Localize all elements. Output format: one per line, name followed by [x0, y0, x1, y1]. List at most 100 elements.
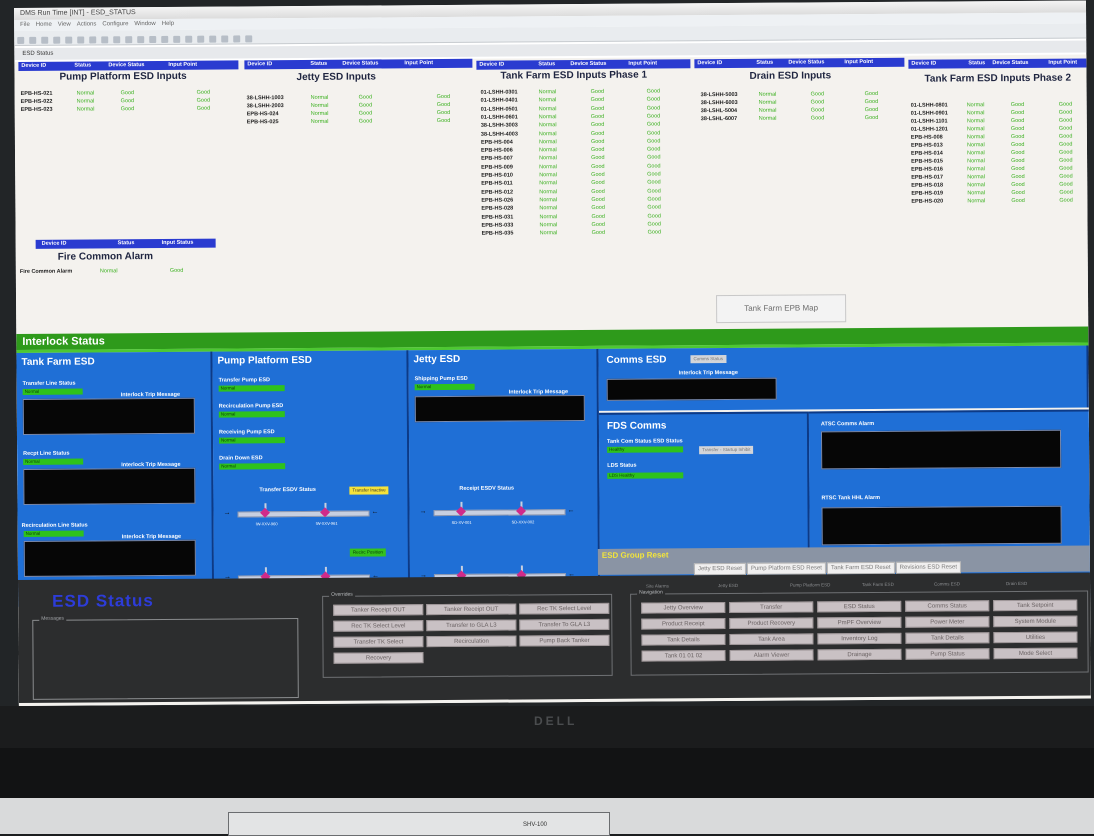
toolbar-button[interactable]: [17, 37, 24, 44]
nav-header-label: Site Alarms: [646, 583, 669, 588]
override-button[interactable]: Transfer TK Select: [333, 636, 423, 648]
device-status: Good: [1011, 173, 1025, 181]
toolbar-button[interactable]: [113, 36, 120, 43]
input-point: Good: [647, 187, 661, 195]
device-id: EPB-HS-022: [21, 98, 53, 106]
status: Normal: [539, 130, 557, 138]
group-reset-button[interactable]: Revisions ESD Reset: [896, 561, 961, 573]
section-title: Pump Platform ESD: [217, 355, 312, 367]
toolbar-button[interactable]: [209, 36, 216, 43]
toolbar-button[interactable]: [29, 37, 36, 44]
menu-item[interactable]: Actions: [77, 21, 97, 27]
nav-button[interactable]: Product Recovery: [729, 617, 813, 629]
device-status: Good: [359, 110, 373, 118]
input-point: Good: [647, 129, 661, 137]
input-point: Good: [1059, 157, 1073, 165]
nav-button[interactable]: Tank 01 01 02: [642, 650, 726, 662]
toolbar-button[interactable]: [197, 36, 204, 43]
device-id: EPB-HS-006: [481, 147, 513, 155]
device-id: Fire Common Alarm: [20, 268, 72, 276]
messages-box: Messages: [32, 618, 299, 700]
tank-farm-epb-map-button[interactable]: Tank Farm EPB Map: [716, 294, 846, 323]
nav-button[interactable]: Product Receipt: [641, 618, 725, 630]
toolbar-button[interactable]: [185, 36, 192, 43]
device-status: Good: [121, 89, 135, 97]
nav-button[interactable]: Tank Details: [905, 632, 989, 644]
toolbar-button[interactable]: [221, 36, 228, 43]
device-id: EPB-HS-023: [21, 106, 53, 114]
menu-item[interactable]: Help: [162, 21, 174, 27]
nav-button[interactable]: Tank Details: [641, 634, 725, 646]
jetty-esd-section: Jetty ESD Shipping Pump ESD Normal Inter…: [408, 349, 600, 604]
nav-button[interactable]: ESD Status: [817, 601, 901, 613]
menu-item[interactable]: Home: [36, 22, 52, 28]
pipe: [238, 511, 370, 518]
toolbar-button[interactable]: [161, 36, 168, 43]
esd-status-page: Device ID Status Device Status Input Poi…: [14, 55, 1090, 706]
nav-button[interactable]: Inventory Log: [817, 633, 901, 645]
toolbar-button[interactable]: [77, 37, 84, 44]
override-button[interactable]: Tanker Receipt OUT: [426, 604, 516, 616]
group-reset-button[interactable]: Pump Platform ESD Reset: [747, 562, 826, 575]
toolbar-button[interactable]: [65, 37, 72, 44]
nav-button[interactable]: Tank Setpoint: [993, 600, 1077, 612]
nav-button[interactable]: Alarm Viewer: [729, 649, 813, 661]
override-button[interactable]: Rec TK Select Level: [519, 603, 609, 615]
nav-button[interactable]: Drainage: [817, 649, 901, 661]
device-status: Good: [591, 187, 605, 195]
menu-item[interactable]: Configure: [102, 21, 128, 27]
transfer-startup-inhibit-button[interactable]: Transfer - Startup Inhibit: [699, 446, 753, 454]
monitor-base: [0, 748, 1094, 798]
nav-button[interactable]: Comms Status: [905, 600, 989, 612]
device-id: 01-LSHH-1101: [911, 117, 948, 125]
nav-button[interactable]: PmPF Overview: [817, 617, 901, 629]
override-button[interactable]: Tanker Receipt OUT: [333, 604, 423, 616]
trip-message-box: [415, 395, 585, 422]
menu-item[interactable]: File: [20, 22, 30, 28]
nav-button[interactable]: Power Meter: [905, 616, 989, 628]
nav-button[interactable]: Jetty Overview: [641, 602, 725, 614]
input-point: Good: [647, 87, 661, 95]
menu-item[interactable]: Window: [134, 21, 155, 27]
toolbar-button[interactable]: [137, 36, 144, 43]
toolbar-button[interactable]: [125, 36, 132, 43]
override-button[interactable]: Transfer To GLA L3: [519, 619, 609, 631]
nav-button[interactable]: System Module: [993, 616, 1077, 628]
toolbar-button[interactable]: [173, 36, 180, 43]
overrides-group: Overrides Tanker Receipt OUTTanker Recei…: [322, 594, 613, 678]
toolbar-button[interactable]: [149, 36, 156, 43]
toolbar-button[interactable]: [41, 37, 48, 44]
override-button[interactable]: Recirculation: [426, 636, 516, 648]
group-reset-button[interactable]: Jetty ESD Reset: [694, 563, 746, 575]
nav-button[interactable]: Tank Area: [729, 633, 813, 645]
device-status: Good: [591, 138, 605, 146]
override-button[interactable]: Recovery: [334, 652, 424, 664]
nav-button[interactable]: Mode Select: [993, 648, 1077, 660]
menu-item[interactable]: View: [58, 22, 71, 28]
nav-button[interactable]: Transfer: [729, 601, 813, 613]
override-button[interactable]: Rec TK Select Level: [333, 620, 423, 632]
col-device-status: Device Status: [788, 58, 824, 67]
group-reset-button[interactable]: Tank Farm ESD Reset: [827, 562, 895, 574]
input-point: Good: [647, 212, 661, 220]
nav-button[interactable]: Utilities: [993, 632, 1077, 644]
toolbar-button[interactable]: [245, 35, 252, 42]
override-button[interactable]: Pump Back Tanker: [519, 635, 609, 647]
section-title: Tank Farm ESD: [21, 356, 94, 368]
device-id: 38-LSHH-4003: [481, 130, 518, 138]
toolbar-button[interactable]: [101, 36, 108, 43]
input-status: Good: [170, 267, 184, 275]
override-button[interactable]: Transfer to GLA L3: [426, 620, 516, 632]
device-status: Good: [591, 129, 605, 137]
toolbar-button[interactable]: [89, 36, 96, 43]
toolbar-button[interactable]: [233, 35, 240, 42]
drain-title: Drain ESD Inputs: [749, 70, 831, 82]
input-point: Good: [1059, 189, 1073, 197]
input-point: Good: [197, 97, 211, 105]
nav-button[interactable]: Pump Status: [905, 648, 989, 660]
col-status: Status: [538, 60, 555, 69]
toolbar-button[interactable]: [53, 37, 60, 44]
device-status: Good: [1011, 197, 1025, 205]
input-point: Good: [197, 89, 211, 97]
device-id: EPB-HS-011: [481, 180, 513, 188]
